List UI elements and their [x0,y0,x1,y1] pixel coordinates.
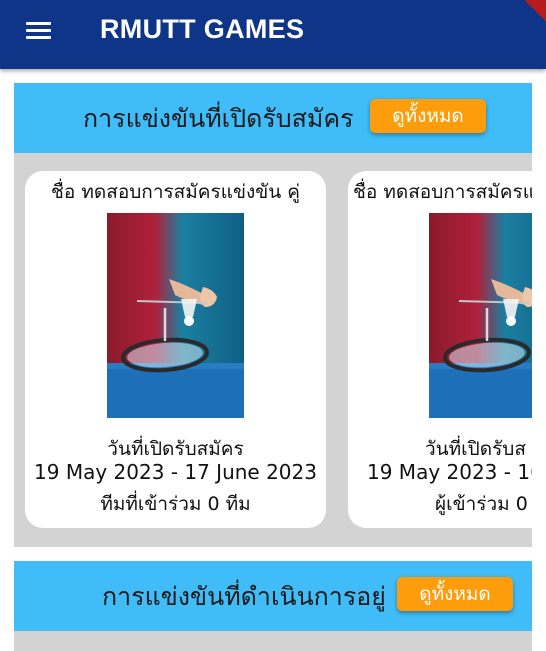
open-competitions-header: การแข่งขันที่เปิดรับสมัคร ดูทั้งหมด [14,83,532,153]
participants-count: ผู้เข้าร่วม 0 [435,493,528,515]
debug-banner [508,0,546,34]
competition-card[interactable]: ชื่อ ทดสอบการสมัครแข่งขัน คู่ วันที่เปิด… [25,171,326,528]
section-title: การแข่งขันที่ดำเนินการอยู่ [102,582,386,611]
section-title: การแข่งขันที่เปิดรับสมัคร [83,104,354,133]
competition-card[interactable]: ชื่อ ทดสอบการสมัครแ วันที่เปิดรับส 19 Ma… [348,171,532,528]
ongoing-competitions-carousel[interactable] [14,631,532,651]
registration-date-range: 19 May 2023 - 16 [367,460,532,484]
ongoing-competitions-header: การแข่งขันที่ดำเนินการอยู่ ดูทั้งหมด [14,561,532,631]
app-title: RMUTT GAMES [100,14,305,44]
see-all-open-button[interactable]: ดูทั้งหมด [370,99,486,133]
hamburger-menu-icon[interactable] [24,20,54,42]
competition-image [429,213,532,418]
registration-date-range: 19 May 2023 - 17 June 2023 [34,460,317,484]
competition-name: ชื่อ ทดสอบการสมัครแข่งขัน คู่ [51,181,300,203]
participants-count: ทีมที่เข้าร่วม 0 ทีม [100,493,251,515]
competition-name: ชื่อ ทดสอบการสมัครแ [353,181,532,203]
see-all-ongoing-button[interactable]: ดูทั้งหมด [397,577,513,611]
competition-image [107,213,244,418]
app-bar: RMUTT GAMES [0,0,546,69]
open-competitions-carousel[interactable]: ชื่อ ทดสอบการสมัครแข่งขัน คู่ วันที่เปิด… [14,153,532,547]
